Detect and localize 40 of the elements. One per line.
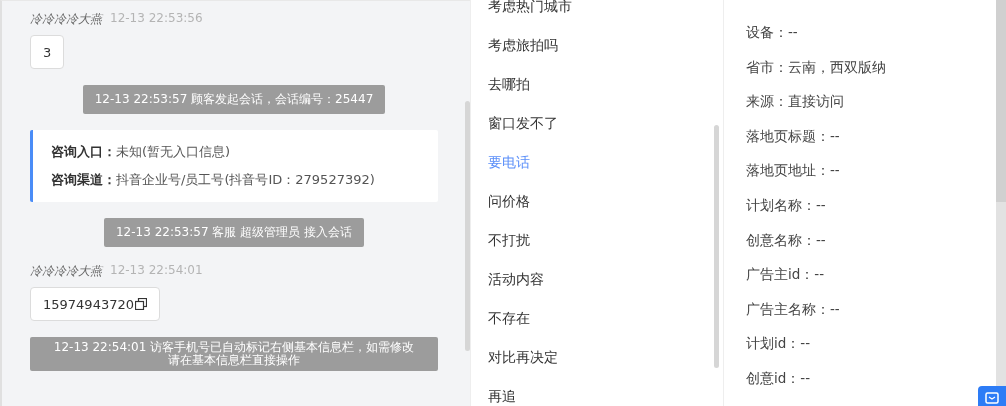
message-icon	[985, 392, 999, 404]
system-notice: 12-13 22:53:57 顾客发起会话，会话编号：25447	[82, 85, 386, 114]
visitor-info-row-text: 计划id：--	[746, 335, 811, 354]
scrollbar[interactable]	[465, 101, 470, 351]
quick-reply-item[interactable]: 再追	[471, 377, 723, 406]
system-notice: 12-13 22:54:01 访客手机号已自动标记右侧基本信息栏，如需修改请在基本信息栏直接操作	[30, 337, 438, 371]
quick-reply-item[interactable]: 对比再决定	[471, 338, 723, 377]
sender-name: 冷冷冷冷大燕	[30, 11, 102, 28]
quick-reply-item[interactable]: 不打扰	[471, 221, 723, 260]
scrollbar[interactable]	[714, 125, 719, 368]
scrollbar[interactable]	[996, 0, 1006, 202]
info-value: 未知(暂无入口信息)	[116, 144, 231, 159]
quick-reply-item[interactable]: 活动内容	[471, 260, 723, 299]
visitor-info-row-text: 广告主名称：--	[746, 300, 840, 319]
quick-reply-item[interactable]: 不存在	[471, 299, 723, 338]
visitor-info-row-text: 计划名称：--	[746, 196, 826, 215]
visitor-info-row-text: 来源：直接访问	[746, 93, 844, 112]
system-notice: 12-13 22:53:57 客服 超级管理员 接入会话	[104, 218, 364, 247]
info-label: 咨询渠道：	[51, 172, 116, 187]
quick-reply-item[interactable]: 问价格	[471, 182, 723, 221]
chat-button[interactable]	[978, 386, 1006, 406]
visitor-info-row-text: 创意id：--	[746, 369, 811, 388]
quick-reply-item[interactable]: 去哪拍	[471, 65, 723, 104]
visitor-info-row-text: 落地页地址：--	[746, 162, 840, 181]
visitor-info-row-text: 广告主id：--	[746, 266, 825, 285]
message-time: 12-13 22:54:01	[110, 263, 203, 279]
info-value: 抖音企业号/员工号(抖音号ID：279527392)	[116, 172, 375, 187]
message-text: 15974943720	[43, 296, 134, 312]
visitor-info-row-text: 创意名称：--	[746, 231, 826, 250]
info-label: 咨询入口：	[51, 144, 116, 159]
message-time: 12-13 22:53:56	[110, 11, 203, 27]
quick-reply-item[interactable]: 窗口发不了	[471, 104, 723, 143]
visitor-info-row-text: 设备：--	[746, 24, 798, 42]
quick-reply-item[interactable]: 考虑热门城市	[471, 0, 723, 26]
sender-name: 冷冷冷冷大燕	[30, 263, 102, 280]
copy-icon[interactable]	[135, 298, 147, 310]
visitor-info-row-text: 落地页标题：--	[746, 127, 840, 146]
visitor-info-row-text: 省市：云南，西双版纳	[746, 58, 886, 77]
message-text: 3	[43, 44, 52, 60]
quick-reply-item[interactable]: 考虑旅拍吗	[471, 26, 723, 65]
